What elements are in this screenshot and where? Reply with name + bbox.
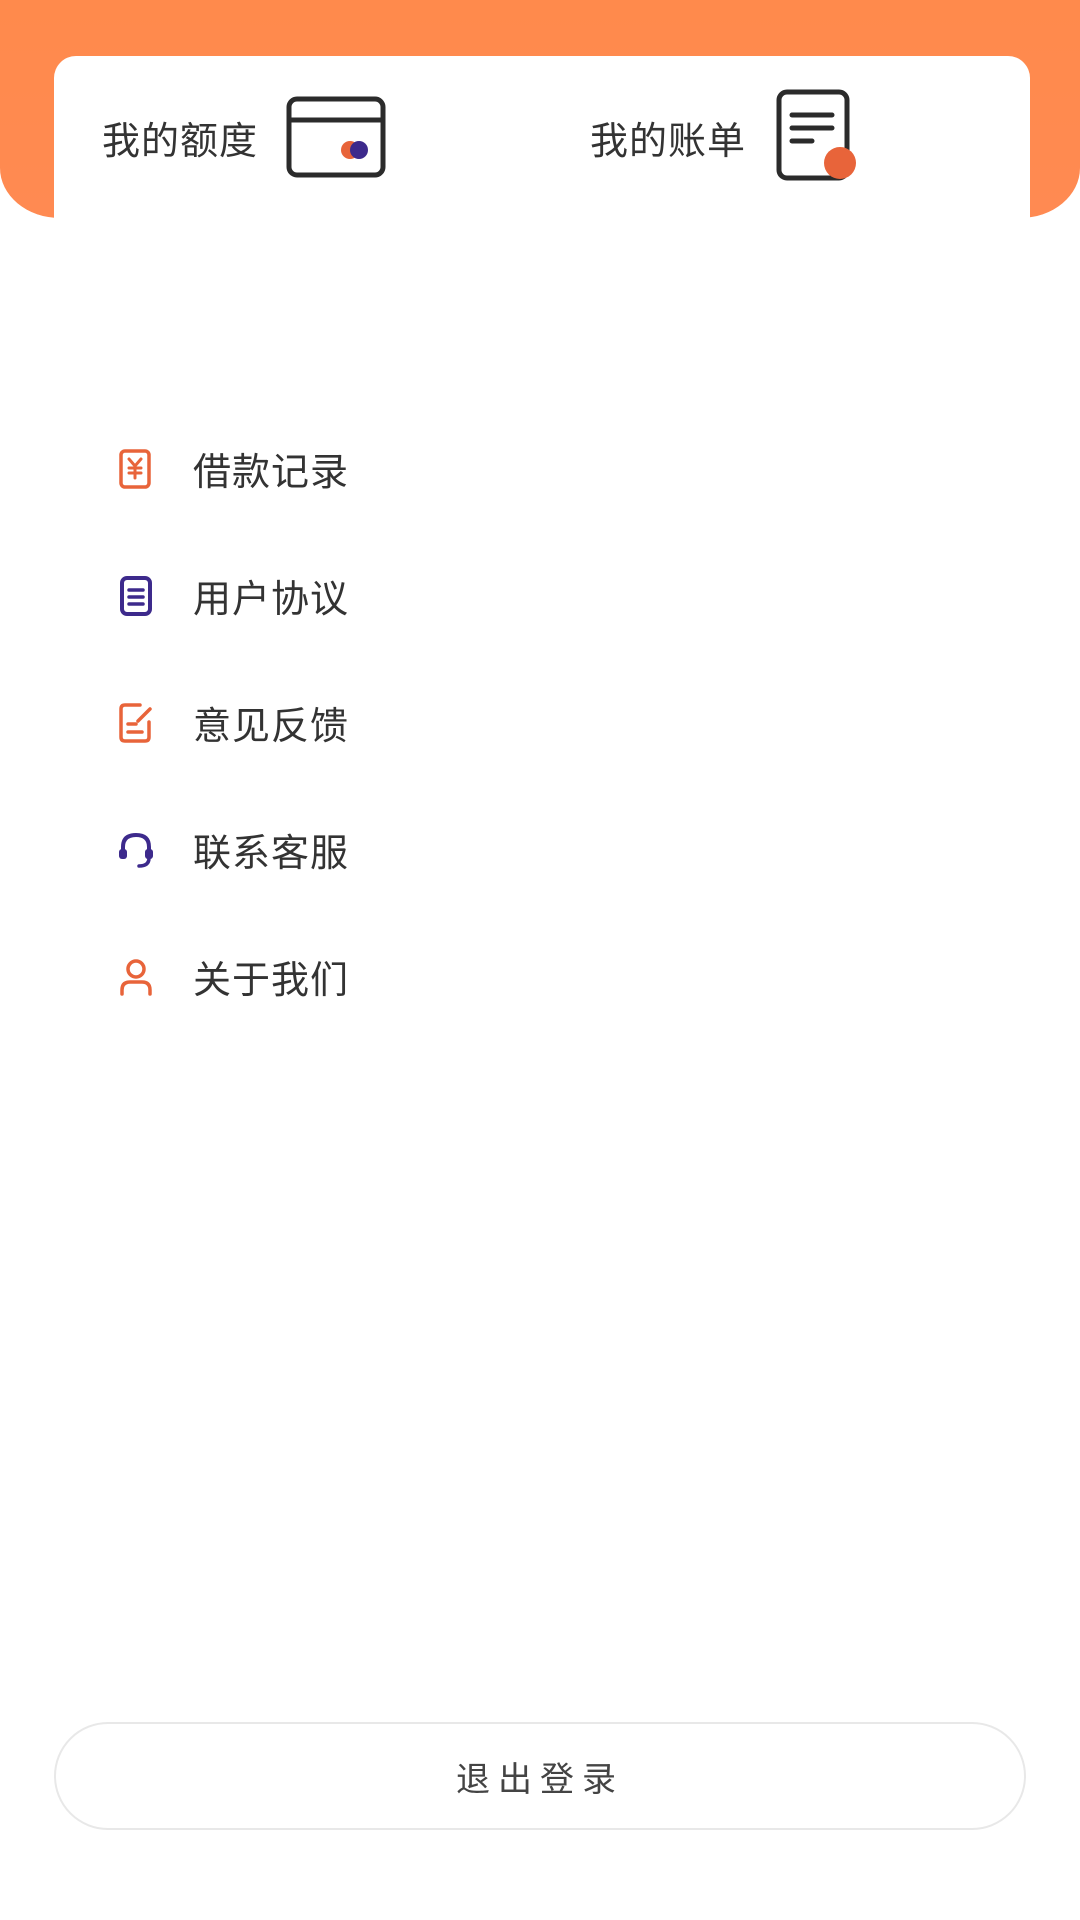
my-bill-button[interactable]: 我的账单 <box>590 82 860 192</box>
menu-item-user-agreement[interactable]: 用户协议 <box>115 532 965 659</box>
my-credit-limit-button[interactable]: 我的额度 <box>102 82 386 192</box>
headset-icon <box>115 829 157 871</box>
menu-item-about-us[interactable]: 关于我们 <box>115 913 965 1040</box>
menu-item-contact-support[interactable]: 联系客服 <box>115 786 965 913</box>
bill-document-icon <box>776 89 857 181</box>
menu-item-loan-records[interactable]: 借款记录 <box>115 405 965 532</box>
menu-label-feedback: 意见反馈 <box>193 704 350 748</box>
menu-label-about-us: 关于我们 <box>193 958 350 1002</box>
menu-label-contact-support: 联系客服 <box>193 831 350 875</box>
user-icon <box>115 956 157 998</box>
menu-item-feedback[interactable]: 意见反馈 <box>115 659 965 786</box>
my-bill-label: 我的账单 <box>590 118 747 163</box>
logout-button[interactable]: 退出登录 <box>54 1722 1026 1830</box>
my-credit-limit-label: 我的额度 <box>102 118 259 163</box>
menu-label-user-agreement: 用户协议 <box>193 577 350 621</box>
card-icon <box>286 96 386 178</box>
loan-record-icon <box>115 448 157 490</box>
menu-list: 借款记录 用户协议 意见反馈 联系客服 关于我们 <box>115 405 965 1040</box>
feedback-edit-icon <box>115 702 157 744</box>
profile-page: 我的额度 我的账单 借款记录 用户协议 意见反馈 联系客服 关于我们 退出登录 <box>0 0 1080 1920</box>
menu-label-loan-records: 借款记录 <box>193 450 350 494</box>
document-icon <box>115 575 157 617</box>
